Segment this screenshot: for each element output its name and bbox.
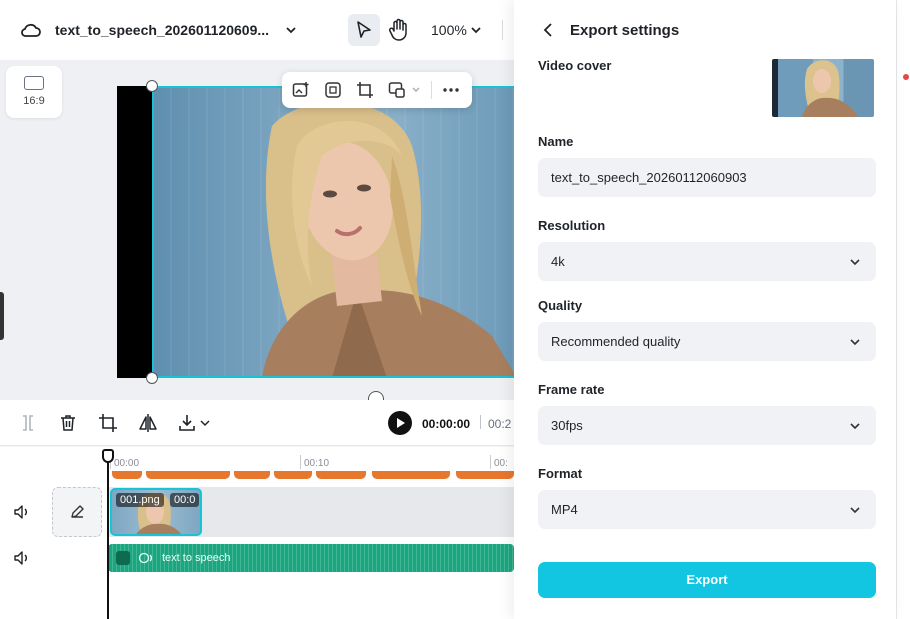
aspect-ratio-label: 16:9 [23,95,45,107]
more-icon[interactable] [442,81,460,99]
format-label: Format [538,466,583,481]
clip-name: 001.png [116,493,164,507]
chevron-down-icon[interactable] [469,23,483,37]
crop-icon[interactable] [98,413,118,433]
frame-rate-label: Frame rate [538,382,605,397]
cover-portrait [802,60,858,117]
play-icon [397,418,405,428]
clip-duration: 00:0 [170,493,200,507]
replace-image-icon[interactable] [388,81,406,99]
project-title[interactable]: text_to_speech_202601120609... [55,22,269,38]
image-add-icon[interactable] [292,81,310,99]
cloud-icon[interactable] [20,20,42,40]
divider [480,415,481,429]
panel-resize-handle[interactable] [0,292,4,340]
current-time: 00:00:00 [422,417,471,431]
resolution-label: Resolution [538,218,606,233]
play-button[interactable] [388,411,412,435]
split-icon[interactable] [18,413,38,433]
caption-segment[interactable] [274,471,312,479]
selection-border [152,86,514,378]
timeline[interactable]: 00:00 00:10 00: 001.png 00:0 text to spe… [0,447,514,619]
quality-label: Quality [538,298,583,313]
panel-title: Export settings [570,22,680,39]
video-cover-thumbnail[interactable] [772,59,874,117]
export-button[interactable]: Export [538,562,876,598]
ruler-label: 00:00 [114,458,140,469]
chevron-down-icon [850,423,860,430]
frame-rate-value: 30fps [551,418,583,433]
audio-clip-label: text to speech [162,552,231,564]
caption-segment[interactable] [316,471,366,479]
ruler-tick [490,455,491,469]
pencil-icon [71,505,84,518]
name-label: Name [538,134,574,149]
ruler-label: 00:10 [304,458,330,469]
playhead-handle[interactable] [102,449,114,463]
name-value: text_to_speech_20260112060903 [551,170,747,185]
divider [502,20,503,40]
edit-track-button[interactable] [52,487,102,537]
fit-frame-icon[interactable] [324,81,342,99]
chevron-down-icon[interactable] [411,86,421,94]
timeline-toolbar: 00:00:00 00:2 [0,400,514,446]
audio-clip[interactable]: text to speech [108,544,514,572]
format-select[interactable]: MP4 [538,490,876,529]
hand-icon[interactable] [388,18,410,42]
right-sidebar-edge [896,0,910,619]
chevron-down-icon[interactable] [284,22,298,38]
volume-icon[interactable] [13,503,31,521]
chevron-down-icon [850,507,860,514]
audio-badge-icon [116,551,130,565]
aspect-ratio-icon [24,76,44,90]
zoom-level[interactable]: 100% [431,22,467,38]
resolution-select[interactable]: 4k [538,242,876,281]
caption-segment[interactable] [234,471,270,479]
quality-select[interactable]: Recommended quality [538,322,876,361]
format-value: MP4 [551,502,578,517]
crop-icon[interactable] [356,81,374,99]
caption-segment[interactable] [112,471,142,479]
notification-dot [903,74,909,80]
caption-segment[interactable] [456,471,514,479]
resize-handle-top-left[interactable] [146,80,158,92]
caption-segment[interactable] [146,471,230,479]
frame-rate-select[interactable]: 30fps [538,406,876,445]
resolution-value: 4k [551,254,565,269]
floating-toolbar [282,72,472,108]
chevron-down-icon [850,339,860,346]
caption-segment[interactable] [372,471,450,479]
resize-handle-bottom-left[interactable] [146,372,158,384]
divider [431,81,432,99]
aspect-ratio-button[interactable]: 16:9 [6,66,62,118]
trash-icon[interactable] [58,413,78,433]
playhead[interactable] [107,457,109,619]
back-arrow-icon[interactable] [540,21,556,39]
ruler-label: 00: [494,458,508,469]
speech-icon [138,552,152,564]
rotate-handle[interactable] [368,391,384,400]
select-tool-button[interactable] [348,14,380,46]
quality-value: Recommended quality [551,334,681,349]
download-icon[interactable] [177,413,197,433]
export-settings-panel: Export settings Video cover Name text_to… [514,0,896,619]
name-input[interactable]: text_to_speech_20260112060903 [538,158,876,197]
cursor-icon [357,21,371,38]
total-time: 00:2 [488,417,512,431]
flip-icon[interactable] [138,413,158,433]
chevron-down-icon[interactable] [199,418,211,428]
video-clip[interactable]: 001.png 00:0 [110,488,202,536]
ruler-tick [300,455,301,469]
canvas-area: 16:9 [0,60,514,400]
volume-icon[interactable] [13,549,31,567]
chevron-down-icon [850,259,860,266]
video-cover-label: Video cover [538,58,612,73]
